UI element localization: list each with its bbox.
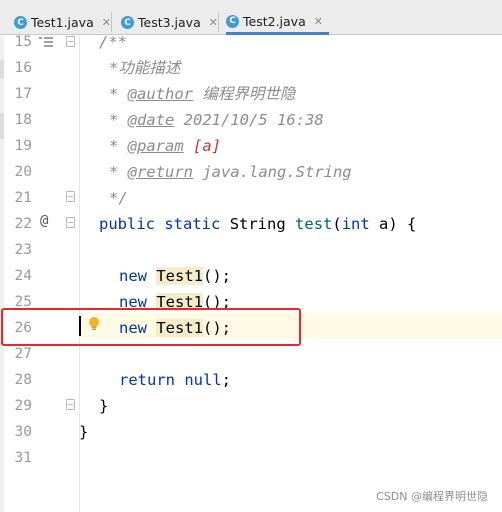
- rendered-doc-toggle-icon[interactable]: [39, 37, 55, 47]
- line-number: 24: [14, 268, 32, 284]
- tab-label: Test2.java: [243, 13, 306, 29]
- override-marker-icon[interactable]: @: [40, 213, 48, 229]
- code-line-22[interactable]: public static String test(int a) {: [99, 211, 416, 237]
- keyword: null: [184, 371, 222, 389]
- class-reference: Test1: [156, 267, 204, 285]
- type-name: String: [229, 215, 286, 233]
- fold-icon[interactable]: [66, 191, 75, 202]
- java-class-icon: C: [121, 16, 134, 29]
- close-icon[interactable]: ✕: [209, 16, 218, 29]
- line-number: 17: [14, 86, 32, 102]
- line-number: 28: [14, 372, 32, 388]
- tab-test3-java[interactable]: C Test3.java ✕: [121, 10, 218, 35]
- close-icon[interactable]: ✕: [102, 16, 111, 29]
- keyword: static: [164, 215, 221, 233]
- code-line-21[interactable]: */: [109, 185, 128, 211]
- line-number: 30: [14, 424, 32, 440]
- javadoc-value: 2021/10/5 16:38: [174, 111, 324, 129]
- tab-label: Test1.java: [31, 15, 94, 30]
- javadoc-tag: @author: [127, 85, 193, 103]
- code-line-18[interactable]: * @date 2021/10/5 16:38: [109, 107, 324, 133]
- code-line-16[interactable]: *功能描述: [109, 55, 180, 81]
- code-line-20[interactable]: * @return java.lang.String: [109, 159, 352, 185]
- line-number: 22: [14, 216, 32, 232]
- fold-icon[interactable]: [66, 217, 75, 228]
- code-line-28[interactable]: return null;: [119, 367, 231, 393]
- line-number: 15: [14, 34, 32, 50]
- javadoc-tag: @date: [127, 111, 175, 129]
- doc-prefix: *: [109, 85, 128, 103]
- javadoc-tag: @param: [127, 137, 184, 155]
- line-number: 29: [14, 398, 32, 414]
- code-line-30[interactable]: }: [79, 419, 88, 445]
- javadoc-tag: @return: [127, 163, 193, 181]
- panel-edge-marker: [0, 60, 4, 78]
- java-class-icon: C: [14, 16, 27, 29]
- doc-space: [184, 137, 193, 155]
- fold-icon[interactable]: [66, 36, 75, 47]
- line-number: 18: [14, 112, 32, 128]
- java-class-icon: C: [226, 14, 239, 28]
- code-line-29[interactable]: }: [99, 393, 108, 419]
- punctuation: ;: [221, 371, 232, 389]
- line-number: 23: [14, 242, 32, 258]
- javadoc-value: [a]: [193, 137, 222, 155]
- punctuation: ();: [203, 267, 232, 285]
- doc-prefix: *: [109, 163, 128, 181]
- code-line-17[interactable]: * @author 编程界明世隐: [109, 81, 295, 107]
- close-icon[interactable]: ✕: [314, 15, 323, 28]
- code-line-19[interactable]: * @param [a]: [109, 133, 221, 159]
- project-panel-edge: [0, 36, 4, 512]
- watermark: CSDN @编程界明世隐: [376, 490, 488, 503]
- tab-test2-java[interactable]: C Test2.java ✕: [226, 10, 329, 35]
- panel-edge-marker: [0, 113, 4, 139]
- javadoc-value: 编程界明世隐: [193, 85, 296, 103]
- line-number: 31: [14, 450, 32, 466]
- code-line-24[interactable]: new Test1();: [119, 263, 231, 289]
- doc-prefix: *: [109, 111, 128, 129]
- punctuation: (: [332, 215, 342, 233]
- keyword: public: [99, 215, 155, 233]
- keyword: return: [119, 371, 175, 389]
- doc-prefix: *: [109, 137, 128, 155]
- line-number: 19: [14, 138, 32, 154]
- editor-tab-bar: C Test1.java ✕ C Test3.java ✕ C Test2.ja…: [0, 0, 502, 35]
- fold-icon[interactable]: [66, 399, 75, 410]
- keyword: int: [341, 215, 370, 233]
- tab-label: Test3.java: [138, 15, 201, 30]
- annotation-highlight-box: [1, 308, 301, 346]
- tab-divider: [218, 12, 219, 32]
- parameter-name: a: [379, 215, 389, 233]
- method-name: test: [295, 215, 333, 233]
- line-number: 16: [14, 60, 32, 76]
- keyword: new: [119, 267, 147, 285]
- javadoc-value: java.lang.String: [193, 163, 352, 181]
- line-number: 20: [14, 164, 32, 180]
- punctuation: ) {: [388, 215, 417, 233]
- line-number: 21: [14, 190, 32, 206]
- code-line-15[interactable]: /**: [99, 29, 127, 55]
